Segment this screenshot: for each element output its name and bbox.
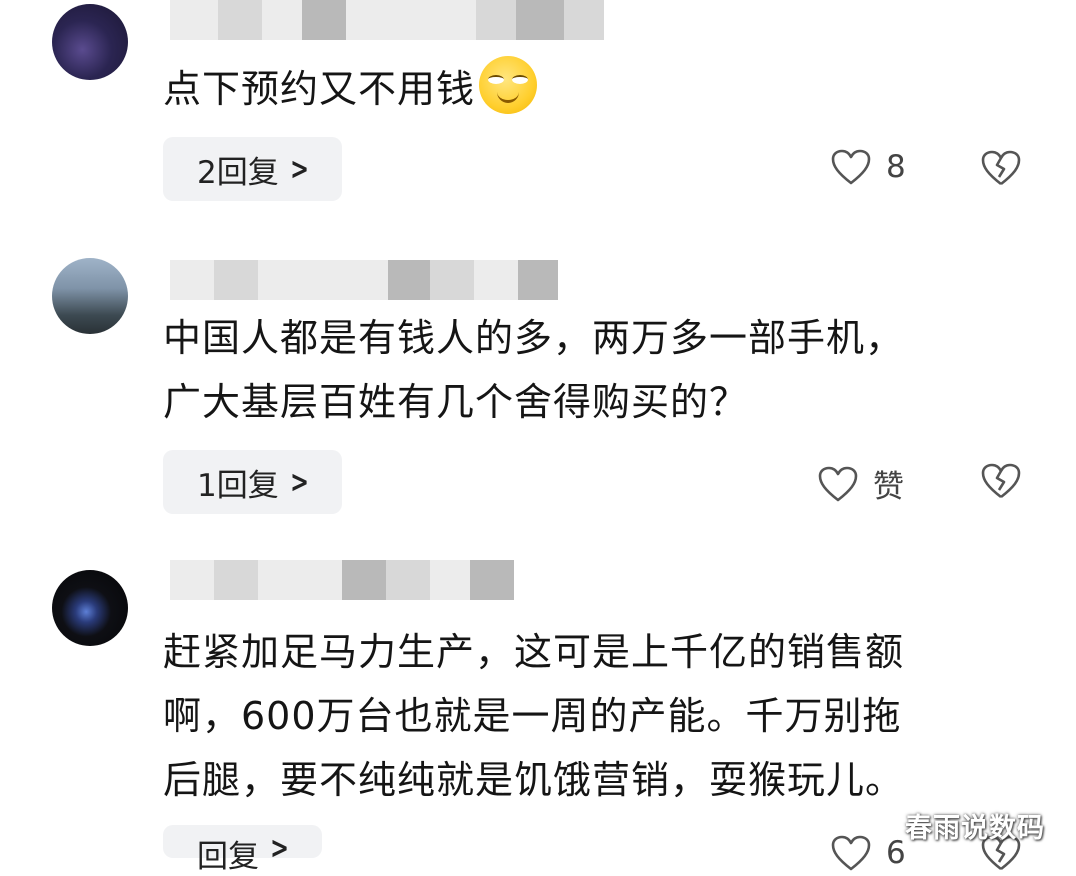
like-button[interactable]: 6 (830, 834, 906, 872)
comment-text-line: 后腿，要不纯纯就是饥饿营销，耍猴玩儿。 (163, 758, 905, 802)
comment-text: 赶紧加足马力生产，这可是上千亿的销售额 啊，600万台也就是一周的产能。千万别拖… (163, 620, 904, 812)
username-blurred (170, 560, 514, 600)
chevron-right-icon: > (270, 831, 289, 866)
heart-icon (831, 835, 871, 871)
avatar[interactable] (52, 570, 128, 646)
like-count: 6 (886, 835, 906, 871)
reply-button[interactable]: 回复 > (163, 825, 323, 875)
comment-text-line: 赶紧加足马力生产，这可是上千亿的销售额 (163, 630, 905, 674)
comment-item: 赶紧加足马力生产，这可是上千亿的销售额 啊，600万台也就是一周的产能。千万别拖… (0, 0, 1076, 875)
watermark: 春雨说数码 (905, 813, 1045, 844)
reply-label: 回复 (197, 839, 259, 875)
comment-text-line: 啊，600万台也就是一周的产能。千万别拖 (163, 694, 902, 738)
